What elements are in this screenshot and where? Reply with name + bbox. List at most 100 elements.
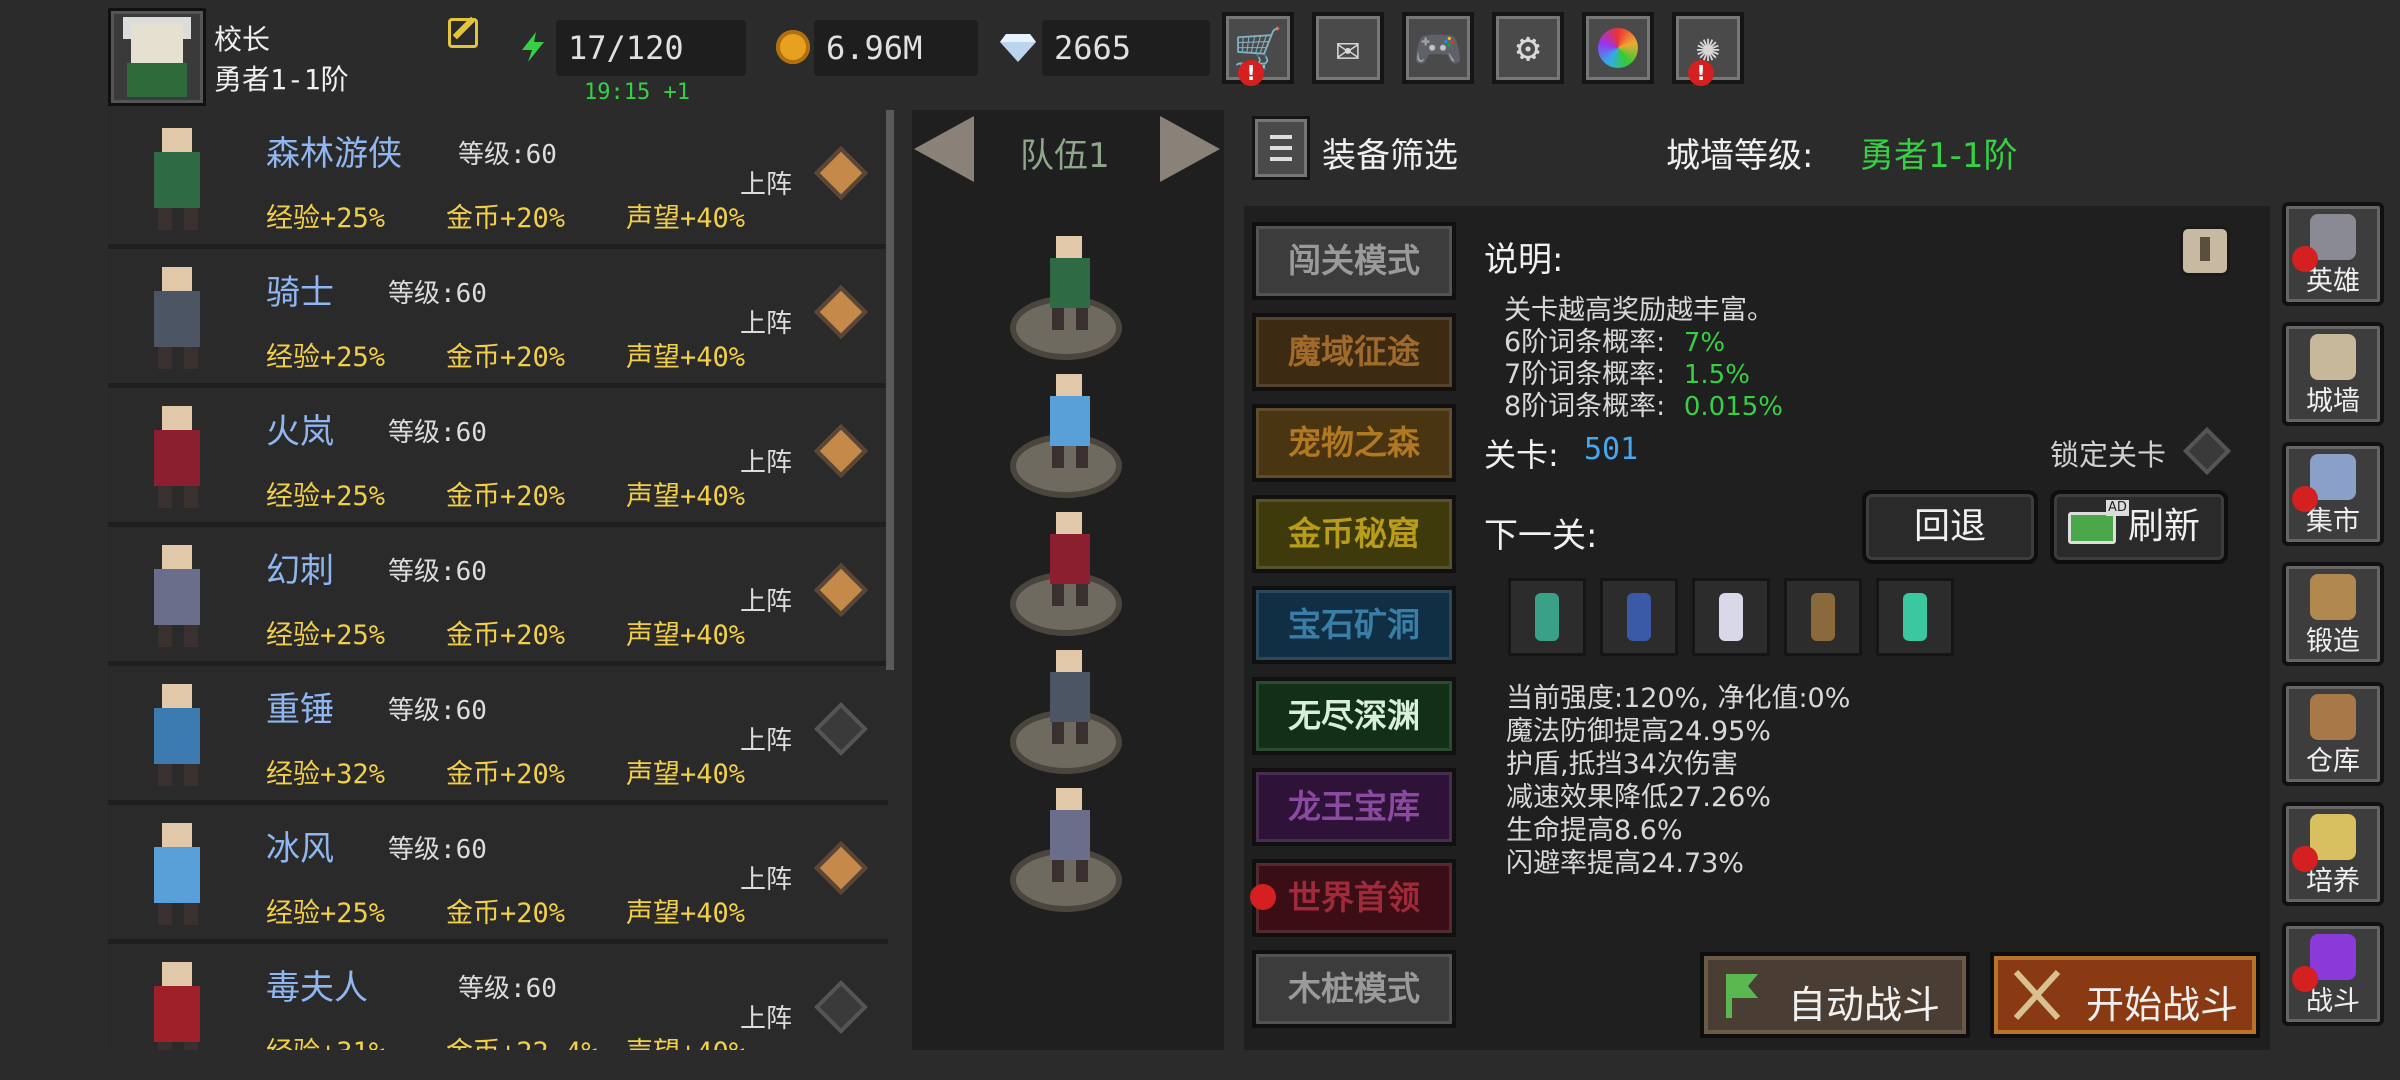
hero-fame-bonus: 声望+40% bbox=[626, 898, 746, 929]
deploy-toggle[interactable] bbox=[814, 702, 868, 756]
hero-name: 骑士 bbox=[266, 273, 334, 313]
equipment-filter-button[interactable] bbox=[1252, 116, 1310, 180]
team-slot[interactable] bbox=[1006, 508, 1130, 642]
mode-button[interactable]: 宠物之森 bbox=[1252, 404, 1456, 482]
color-wheel-button[interactable] bbox=[1582, 12, 1654, 84]
mode-button[interactable]: 龙王宝库 bbox=[1252, 768, 1456, 846]
player-avatar[interactable] bbox=[108, 8, 206, 106]
gamepad-button[interactable]: 🎮 bbox=[1402, 12, 1474, 84]
diamond-icon bbox=[1000, 30, 1036, 64]
deploy-label[interactable]: 上阵 bbox=[740, 164, 792, 201]
ad-video-icon bbox=[2068, 512, 2116, 544]
side-nav-shop[interactable]: 集市 bbox=[2282, 442, 2384, 546]
side-nav-label: 仓库 bbox=[2306, 746, 2360, 777]
side-nav-label: 锻造 bbox=[2306, 626, 2360, 657]
hero-fame-bonus: 声望+40% bbox=[626, 620, 746, 651]
side-nav-chest[interactable]: 仓库 bbox=[2282, 682, 2384, 786]
deploy-label[interactable]: 上阵 bbox=[740, 720, 792, 757]
description-title: 说明: bbox=[1484, 240, 1564, 280]
hero-level: 等级:60 bbox=[458, 974, 557, 1004]
stage-label: 关卡: bbox=[1484, 436, 1559, 474]
energy-value: 17/120 bbox=[556, 20, 746, 76]
gamepad-icon: 🎮 bbox=[1413, 25, 1463, 72]
side-nav-chalice[interactable]: 培养 bbox=[2282, 802, 2384, 906]
castle-icon bbox=[2310, 334, 2356, 380]
edit-name-icon[interactable] bbox=[448, 18, 478, 48]
mail-button[interactable]: ✉ bbox=[1312, 12, 1384, 84]
deploy-toggle[interactable] bbox=[814, 146, 868, 200]
hero-sprite bbox=[132, 541, 224, 649]
gold-coin-icon bbox=[776, 30, 810, 64]
hero-sprite bbox=[132, 124, 224, 232]
mode-button[interactable]: 宝石矿洞 bbox=[1252, 586, 1456, 664]
team-slot[interactable] bbox=[1006, 646, 1130, 780]
deploy-label[interactable]: 上阵 bbox=[740, 442, 792, 479]
gold-value: 6.96M bbox=[814, 20, 978, 76]
refresh-button[interactable]: AD 刷新 bbox=[2050, 490, 2228, 564]
fireworks-button[interactable]: ✺ ! bbox=[1672, 12, 1744, 86]
hero-name: 毒夫人 bbox=[266, 968, 368, 1008]
deploy-label[interactable]: 上阵 bbox=[740, 581, 792, 618]
hero-list[interactable]: 森林游侠 等级:60 上阵 经验+25% 金币+20% 声望+40% 骑士 等级:60 上阵 经验… bbox=[108, 110, 888, 1050]
mode-button[interactable]: 闯关模式 bbox=[1252, 222, 1456, 300]
enemy-preview-slot[interactable] bbox=[1692, 578, 1770, 656]
side-nav-anvil[interactable]: 锻造 bbox=[2282, 562, 2384, 666]
mode-button[interactable]: 世界首领 bbox=[1252, 859, 1456, 937]
team-slot[interactable] bbox=[1006, 370, 1130, 504]
hero-row[interactable]: 幻刺 等级:60 上阵 经验+25% 金币+20% 声望+40% bbox=[108, 527, 888, 661]
hero-exp-bonus: 经验+25% bbox=[266, 481, 386, 512]
team-slot[interactable] bbox=[1006, 232, 1130, 366]
back-button[interactable]: 回退 bbox=[1862, 490, 2038, 564]
diamond-value: 2665 bbox=[1042, 20, 1210, 76]
mail-icon: ✉ bbox=[1335, 25, 1361, 71]
alert-badge-icon: ! bbox=[1688, 60, 1714, 86]
hero-name: 冰风 bbox=[266, 829, 334, 869]
team-slot[interactable] bbox=[1006, 784, 1130, 918]
stage-modifier-line: 闪避率提高24.73% bbox=[1506, 848, 1744, 879]
ad-badge: AD bbox=[2106, 500, 2129, 516]
side-nav-helmet[interactable]: 英雄 bbox=[2282, 202, 2384, 306]
mode-button[interactable]: 无尽深渊 bbox=[1252, 677, 1456, 755]
enemy-preview-slot[interactable] bbox=[1784, 578, 1862, 656]
hero-row[interactable]: 毒夫人 等级:60 上阵经验+31% 金币+22.4% 声望+40% bbox=[108, 944, 888, 1050]
deploy-toggle[interactable] bbox=[814, 285, 868, 339]
side-nav-portal[interactable]: 战斗 bbox=[2282, 922, 2384, 1026]
enemy-preview-slot[interactable] bbox=[1600, 578, 1678, 656]
start-battle-button[interactable]: 开始战斗 bbox=[1990, 952, 2260, 1038]
help-button[interactable] bbox=[2180, 226, 2230, 276]
side-nav-castle[interactable]: 城墙 bbox=[2282, 322, 2384, 426]
hero-list-scrollbar[interactable] bbox=[886, 110, 894, 670]
gear-icon: ⚙ bbox=[1515, 25, 1541, 71]
hero-row[interactable]: 火岚 等级:60 上阵 经验+25% 金币+20% 声望+40% bbox=[108, 388, 888, 522]
wall-level-value: 勇者1-1阶 bbox=[1860, 136, 2018, 176]
deploy-label[interactable]: 上阵 bbox=[740, 998, 792, 1035]
enemy-preview-slot[interactable] bbox=[1508, 578, 1586, 656]
deploy-toggle[interactable] bbox=[814, 424, 868, 478]
hero-row[interactable]: 骑士 等级:60 上阵 经验+25% 金币+20% 声望+40% bbox=[108, 249, 888, 383]
hero-exp-bonus: 经验+25% bbox=[266, 620, 386, 651]
hero-level: 等级:60 bbox=[388, 279, 487, 309]
hero-fame-bonus: 声望+40% bbox=[626, 481, 746, 512]
mode-button[interactable]: 木桩模式 bbox=[1252, 950, 1456, 1028]
hero-sprite bbox=[132, 263, 224, 371]
hero-exp-bonus: 经验+32% bbox=[266, 759, 386, 790]
hero-row[interactable]: 冰风 等级:60 上阵 经验+25% 金币+20% 声望+40% bbox=[108, 805, 888, 939]
deploy-toggle[interactable] bbox=[814, 841, 868, 895]
hero-row[interactable]: 森林游侠 等级:60 上阵 经验+25% 金币+20% 声望+40% bbox=[108, 110, 888, 244]
team-hero-sprite bbox=[1040, 650, 1100, 750]
equipment-filter-label[interactable]: 装备筛选 bbox=[1322, 128, 1458, 177]
hero-row[interactable]: 重锤 等级:60 上阵 经验+32% 金币+20% 声望+40% bbox=[108, 666, 888, 800]
hero-sprite bbox=[132, 819, 224, 927]
lock-stage-label[interactable]: 锁定关卡 bbox=[2050, 432, 2166, 474]
shop-cart-button[interactable]: 🛒 ! bbox=[1222, 12, 1294, 86]
deploy-label[interactable]: 上阵 bbox=[740, 303, 792, 340]
deploy-label[interactable]: 上阵 bbox=[740, 859, 792, 896]
auto-battle-button[interactable]: 自动战斗 bbox=[1700, 952, 1970, 1038]
settings-button[interactable]: ⚙ bbox=[1492, 12, 1564, 84]
mode-button[interactable]: 魔域征途 bbox=[1252, 313, 1456, 391]
enemy-preview-slot[interactable] bbox=[1876, 578, 1954, 656]
deploy-toggle[interactable] bbox=[814, 980, 868, 1034]
deploy-toggle[interactable] bbox=[814, 563, 868, 617]
mode-button[interactable]: 金币秘窟 bbox=[1252, 495, 1456, 573]
hero-gold-bonus: 金币+22.4% bbox=[446, 1030, 598, 1050]
